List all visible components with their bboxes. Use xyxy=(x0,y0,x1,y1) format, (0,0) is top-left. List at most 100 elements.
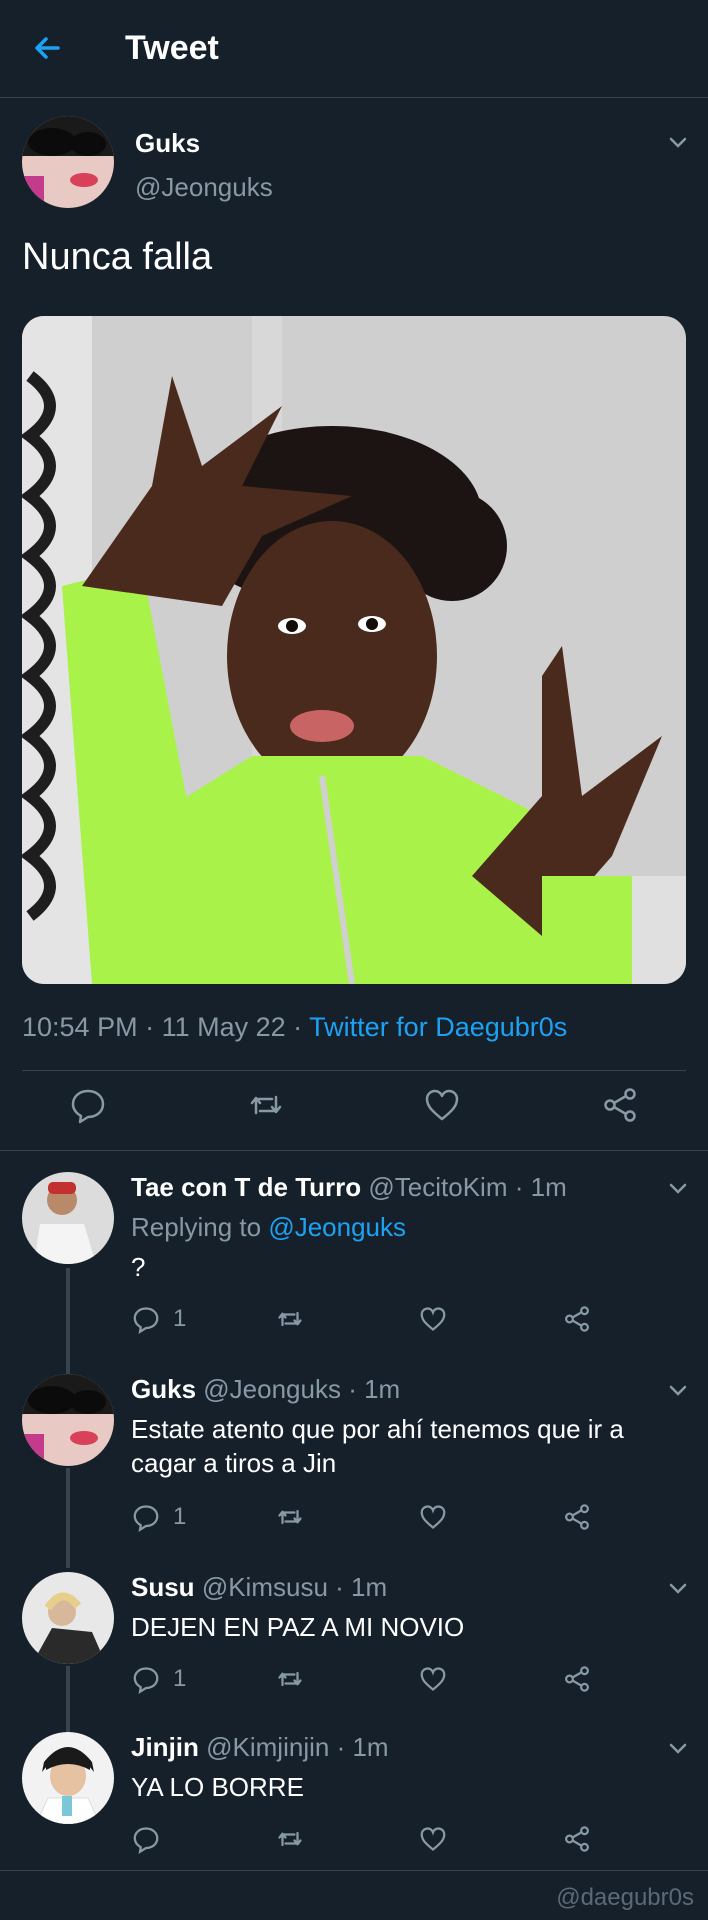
comment-icon xyxy=(133,1827,159,1854)
author-name[interactable]: Guks xyxy=(135,128,200,159)
reply-button[interactable] xyxy=(68,1085,108,1125)
photo-image xyxy=(22,316,686,984)
reply-button[interactable]: 1 xyxy=(131,1500,186,1534)
reply-actions: 1 xyxy=(131,1302,611,1336)
reply-text: ? xyxy=(131,1252,146,1282)
reply-author-handle[interactable]: @TecitoKim xyxy=(368,1172,507,1202)
arrow-left-icon xyxy=(35,37,60,59)
reply-actions: 1 xyxy=(131,1500,611,1534)
reply-author-handle[interactable]: @Kimsusu xyxy=(202,1572,328,1602)
share-button[interactable] xyxy=(562,1662,592,1696)
retweet-button[interactable] xyxy=(275,1500,305,1534)
avatar-image xyxy=(22,1172,114,1264)
reply-button[interactable]: 1 xyxy=(131,1662,186,1696)
reply-time: 1m xyxy=(364,1374,401,1404)
like-button[interactable] xyxy=(418,1662,448,1696)
like-button[interactable] xyxy=(422,1085,462,1125)
tweet-source[interactable]: Twitter for Daegubr0s xyxy=(309,1012,567,1042)
heart-icon xyxy=(420,1505,446,1529)
reply-time: 1m xyxy=(351,1572,388,1602)
reply-button[interactable]: 1 xyxy=(131,1302,186,1336)
author-avatar[interactable] xyxy=(22,116,114,208)
share-icon xyxy=(604,1088,636,1122)
reply-time: 1m xyxy=(530,1172,567,1202)
share-icon xyxy=(565,1666,589,1692)
like-button[interactable] xyxy=(418,1500,448,1534)
reply-avatar[interactable] xyxy=(22,1374,114,1466)
reply-count: 1 xyxy=(173,1665,187,1692)
avatar-image xyxy=(22,1732,114,1824)
divider xyxy=(0,1150,708,1151)
thread-line xyxy=(66,1468,70,1568)
retweet-button[interactable] xyxy=(275,1822,305,1856)
comment-icon xyxy=(71,1089,105,1124)
thread-line xyxy=(66,1268,70,1378)
reply-avatar[interactable] xyxy=(22,1732,114,1824)
reply-avatar[interactable] xyxy=(22,1172,114,1264)
reply-time: 1m xyxy=(352,1732,389,1762)
reply-header: Jinjin @Kimjinjin · 1m xyxy=(131,1732,389,1763)
retweet-icon xyxy=(278,1509,302,1525)
like-button[interactable] xyxy=(418,1822,448,1856)
dot-separator: · xyxy=(507,1172,531,1202)
reply-text: Estate atento que por ahí tenemos que ir… xyxy=(131,1414,624,1478)
share-button[interactable] xyxy=(562,1822,592,1856)
reply-author-name[interactable]: Guks xyxy=(131,1374,196,1404)
dot-separator: · xyxy=(340,1374,365,1404)
top-bar: Tweet xyxy=(0,0,708,98)
reply-button[interactable] xyxy=(131,1822,173,1856)
dot-separator: · xyxy=(329,1732,353,1762)
chevron-down-icon[interactable] xyxy=(666,130,690,154)
tweet-photo[interactable] xyxy=(22,316,686,984)
share-button[interactable] xyxy=(600,1085,640,1125)
chevron-down-icon[interactable] xyxy=(666,1576,690,1600)
share-button[interactable] xyxy=(562,1302,592,1336)
reply-header: Guks @Jeonguks · 1m xyxy=(131,1374,400,1405)
share-button[interactable] xyxy=(562,1500,592,1534)
reply-actions: 1 xyxy=(131,1662,611,1696)
avatar-image xyxy=(22,1374,114,1466)
heart-icon xyxy=(420,1307,446,1331)
share-icon xyxy=(565,1306,589,1332)
meta-separator: · xyxy=(137,1012,162,1042)
reply-author-name[interactable]: Jinjin xyxy=(131,1732,199,1762)
divider xyxy=(22,1070,686,1071)
retweet-icon xyxy=(278,1671,302,1687)
meta-separator: · xyxy=(285,1012,310,1042)
tweet-date: 11 May 22 xyxy=(161,1012,286,1042)
author-handle[interactable]: @Jeonguks xyxy=(135,172,273,203)
chevron-down-icon[interactable] xyxy=(666,1378,690,1402)
thread-line xyxy=(66,1666,70,1732)
chevron-down-icon[interactable] xyxy=(666,1736,690,1760)
divider xyxy=(0,1870,708,1871)
replying-to-handle[interactable]: @Jeonguks xyxy=(268,1212,406,1242)
reply-actions xyxy=(131,1822,611,1856)
reply-author-handle[interactable]: @Kimjinjin xyxy=(206,1732,329,1762)
reply-header: Susu @Kimsusu · 1m xyxy=(131,1572,387,1603)
replying-to-line: Replying to @Jeonguks xyxy=(131,1210,671,1244)
reply-text: YA LO BORRE xyxy=(131,1772,304,1802)
retweet-button[interactable] xyxy=(246,1085,286,1125)
avatar-image xyxy=(22,116,114,208)
share-icon xyxy=(565,1504,589,1530)
chevron-down-icon[interactable] xyxy=(666,1176,690,1200)
heart-icon xyxy=(420,1827,446,1851)
reply-avatar[interactable] xyxy=(22,1572,114,1664)
reply-author-name[interactable]: Tae con T de Turro xyxy=(131,1172,361,1202)
dot-separator: · xyxy=(327,1572,352,1602)
retweet-button[interactable] xyxy=(275,1662,305,1696)
retweet-icon xyxy=(278,1311,302,1327)
watermark: @daegubr0s xyxy=(556,1884,694,1911)
share-icon xyxy=(565,1826,589,1852)
reply-header: Tae con T de Turro @TecitoKim · 1m xyxy=(131,1172,567,1203)
comment-icon xyxy=(133,1307,159,1334)
reply-author-handle[interactable]: @Jeonguks xyxy=(203,1374,341,1404)
tweet-text: Nunca falla xyxy=(22,236,213,278)
retweet-icon xyxy=(278,1831,302,1847)
reply-count: 1 xyxy=(173,1503,187,1530)
retweet-button[interactable] xyxy=(275,1302,305,1336)
page-title: Tweet xyxy=(125,29,219,67)
like-button[interactable] xyxy=(418,1302,448,1336)
reply-author-name[interactable]: Susu xyxy=(131,1572,195,1602)
back-button[interactable] xyxy=(28,28,68,68)
